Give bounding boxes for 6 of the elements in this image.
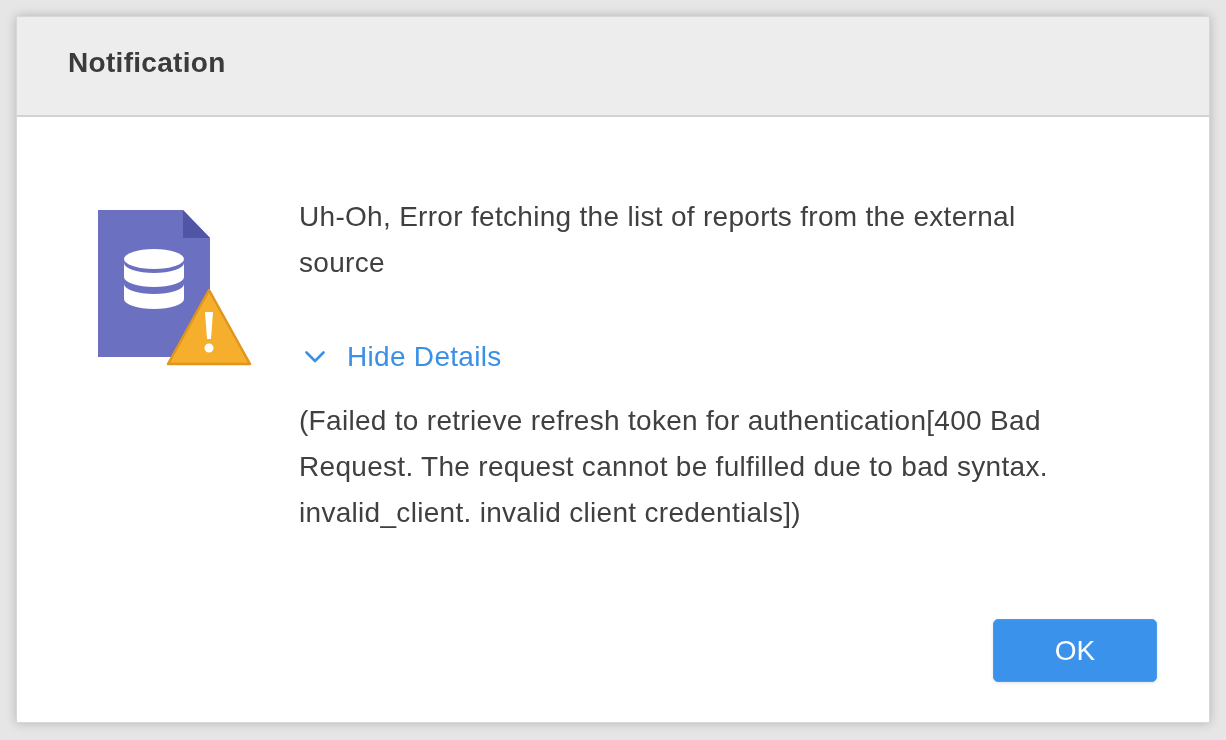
dialog-title: Notification	[68, 47, 226, 79]
chevron-down-icon	[305, 351, 325, 363]
error-message: Uh-Oh, Error fetching the list of reports from the external source	[299, 200, 1017, 280]
error-details: (Failed to retrieve refresh token for authentication[400 Bad Request. The request cannot be fulfilled due to bad syntax. invalid_client. invalid client credentials])	[299, 404, 1049, 530]
details-toggle[interactable]: Hide Details	[299, 334, 502, 380]
ok-button[interactable]: OK	[993, 619, 1157, 682]
